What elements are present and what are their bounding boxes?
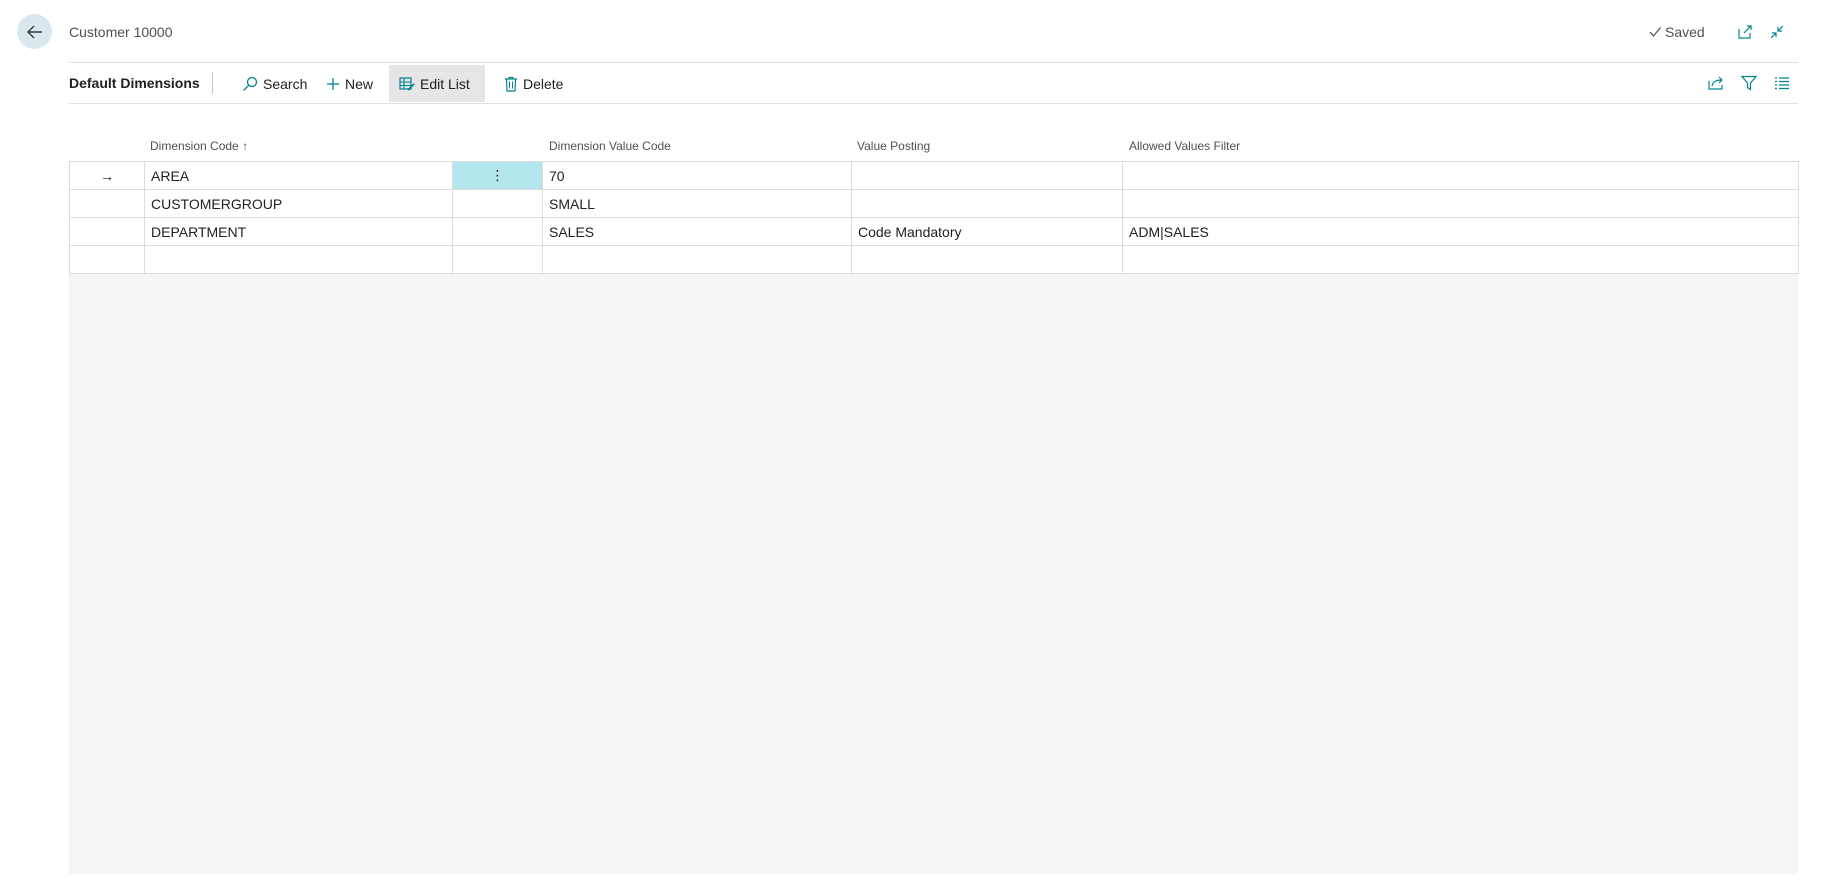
edit-list-label: Edit List bbox=[420, 75, 470, 92]
cell-value-posting[interactable] bbox=[851, 245, 1123, 274]
cell-value-posting[interactable]: Code Mandatory bbox=[851, 217, 1123, 246]
cell-dimension-code[interactable]: AREA bbox=[144, 161, 453, 190]
column-header-dimension-code-label: Dimension Code bbox=[150, 139, 239, 153]
more-options-icon: ⋮ bbox=[490, 167, 505, 183]
table-row[interactable]: → AREA ⋮ 70 bbox=[69, 161, 1799, 190]
table-row[interactable]: CUSTOMERGROUP SMALL bbox=[69, 189, 1799, 218]
part-caption: Default Dimensions bbox=[69, 75, 200, 91]
filter-button[interactable] bbox=[1739, 73, 1759, 93]
cell-value-posting[interactable] bbox=[851, 189, 1123, 218]
trash-icon bbox=[505, 76, 517, 92]
dimensions-grid: → AREA ⋮ 70 CUSTOMERGROUP SMALL DEPARTME… bbox=[69, 161, 1799, 274]
cell-allowed-values-filter[interactable]: ADM|SALES bbox=[1122, 217, 1799, 246]
edit-list-button[interactable]: Edit List bbox=[389, 65, 485, 102]
plus-icon bbox=[327, 77, 339, 90]
current-row-arrow-icon: → bbox=[100, 167, 114, 184]
new-button[interactable]: New bbox=[316, 65, 383, 102]
row-menu-cell[interactable] bbox=[452, 189, 543, 218]
cell-dimension-code[interactable] bbox=[144, 245, 453, 274]
search-button[interactable]: Search bbox=[232, 65, 317, 102]
delete-label: Delete bbox=[523, 75, 564, 92]
filter-icon bbox=[1741, 75, 1757, 91]
search-icon bbox=[243, 76, 258, 91]
action-bar-divider bbox=[69, 103, 1798, 104]
list-view-button[interactable] bbox=[1772, 73, 1792, 93]
cell-allowed-values-filter[interactable] bbox=[1122, 245, 1799, 274]
column-header-value-posting[interactable]: Value Posting bbox=[857, 139, 930, 153]
cell-dimension-code[interactable]: CUSTOMERGROUP bbox=[144, 189, 453, 218]
row-menu-cell[interactable] bbox=[452, 217, 543, 246]
saved-label: Saved bbox=[1665, 24, 1705, 40]
column-header-allowed-values-filter[interactable]: Allowed Values Filter bbox=[1129, 139, 1240, 153]
collapse-icon bbox=[1770, 25, 1784, 39]
row-marker bbox=[69, 189, 145, 218]
list-view-icon bbox=[1775, 77, 1789, 90]
share-button[interactable] bbox=[1706, 73, 1726, 93]
delete-button[interactable]: Delete bbox=[494, 65, 573, 102]
collapse-button[interactable] bbox=[1767, 22, 1787, 42]
cell-value-posting[interactable] bbox=[851, 161, 1123, 190]
page: Customer 10000 Saved Default Dimensions … bbox=[0, 0, 1840, 886]
open-new-window-button[interactable] bbox=[1735, 22, 1755, 42]
arrow-left-icon bbox=[26, 25, 42, 38]
cell-dimension-value-code[interactable] bbox=[542, 245, 852, 274]
share-icon bbox=[1708, 76, 1723, 90]
cell-allowed-values-filter[interactable] bbox=[1122, 189, 1799, 218]
column-header-dimension-code[interactable]: Dimension Code ↑ bbox=[150, 139, 248, 153]
checkmark-icon bbox=[1649, 27, 1661, 37]
table-row[interactable]: DEPARTMENT SALES Code Mandatory ADM|SALE… bbox=[69, 217, 1799, 246]
edit-list-icon bbox=[399, 76, 415, 91]
cell-dimension-value-code[interactable]: 70 bbox=[542, 161, 852, 190]
new-label: New bbox=[345, 75, 374, 92]
back-button[interactable] bbox=[17, 14, 52, 49]
column-header-dimension-value-code[interactable]: Dimension Value Code bbox=[549, 139, 671, 153]
page-title: Customer 10000 bbox=[69, 24, 173, 40]
action-bar-separator bbox=[212, 72, 213, 94]
cell-dimension-value-code[interactable]: SALES bbox=[542, 217, 852, 246]
row-marker bbox=[69, 217, 145, 246]
cell-dimension-code[interactable]: DEPARTMENT bbox=[144, 217, 453, 246]
cell-dimension-value-code[interactable]: SMALL bbox=[542, 189, 852, 218]
saved-status: Saved bbox=[1648, 24, 1705, 40]
search-label: Search bbox=[263, 75, 308, 92]
cell-allowed-values-filter[interactable] bbox=[1122, 161, 1799, 190]
table-row-new[interactable] bbox=[69, 245, 1799, 274]
action-bar: Default Dimensions Search New Edit List bbox=[69, 63, 1798, 103]
row-marker bbox=[69, 245, 145, 274]
row-menu-button[interactable]: ⋮ bbox=[452, 161, 543, 190]
sort-ascending-icon: ↑ bbox=[242, 139, 249, 153]
row-marker: → bbox=[69, 161, 145, 190]
row-menu-cell[interactable] bbox=[452, 245, 543, 274]
open-new-window-icon bbox=[1738, 25, 1752, 39]
